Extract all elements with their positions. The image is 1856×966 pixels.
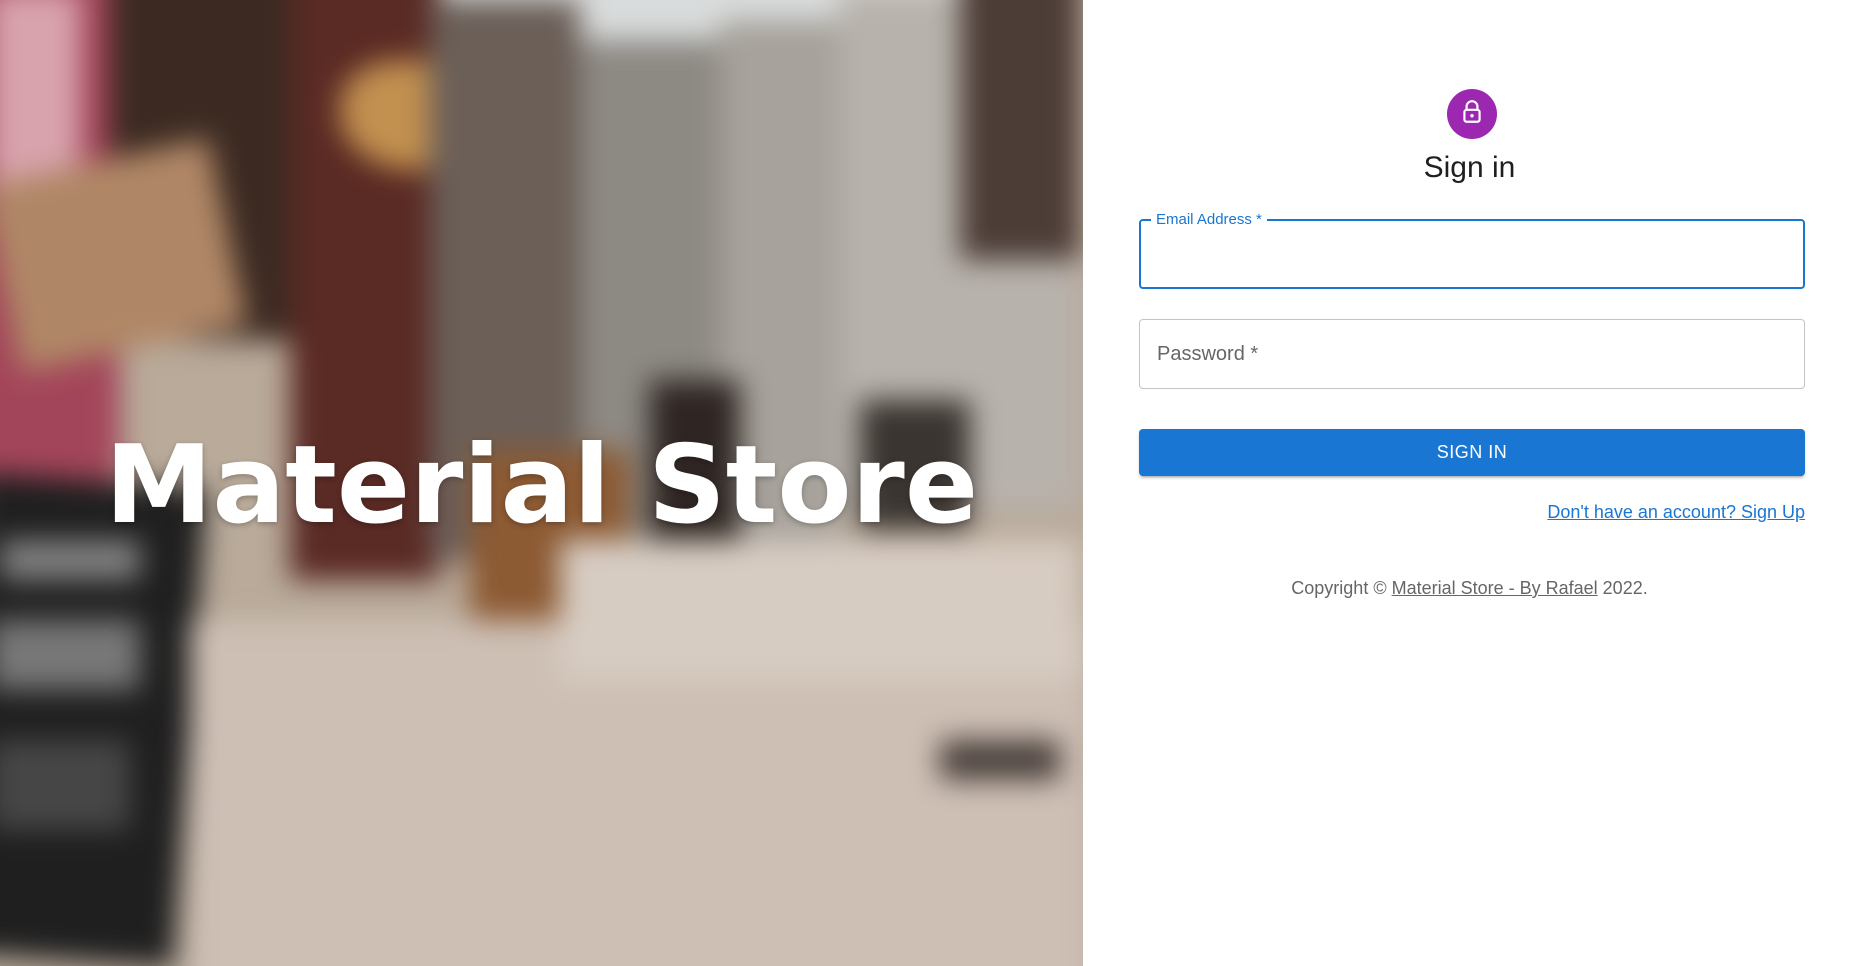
password-field[interactable]: Password * [1139,319,1805,389]
copyright-prefix: Copyright © [1291,578,1392,598]
lock-icon [1459,99,1485,130]
signin-button[interactable]: SIGN IN [1139,429,1805,476]
copyright-suffix: 2022. [1597,578,1648,598]
hero-title: Material Store [104,423,979,548]
copyright-text: Copyright © Material Store - By Rafael 2… [1083,576,1856,600]
password-input[interactable] [1140,320,1804,388]
page: Material Store Sign in Email Address * P… [0,0,1856,966]
signin-panel: Sign in Email Address * Password * SIGN … [1083,0,1856,966]
page-title: Sign in [1423,151,1516,184]
brand-link[interactable]: Material Store - By Rafael [1392,578,1598,598]
signup-link[interactable]: Don't have an account? Sign Up [1547,500,1805,524]
email-field[interactable]: Email Address * [1139,211,1805,289]
hero-panel: Material Store [0,0,1083,966]
email-input[interactable] [1141,221,1803,287]
avatar [1447,89,1497,139]
